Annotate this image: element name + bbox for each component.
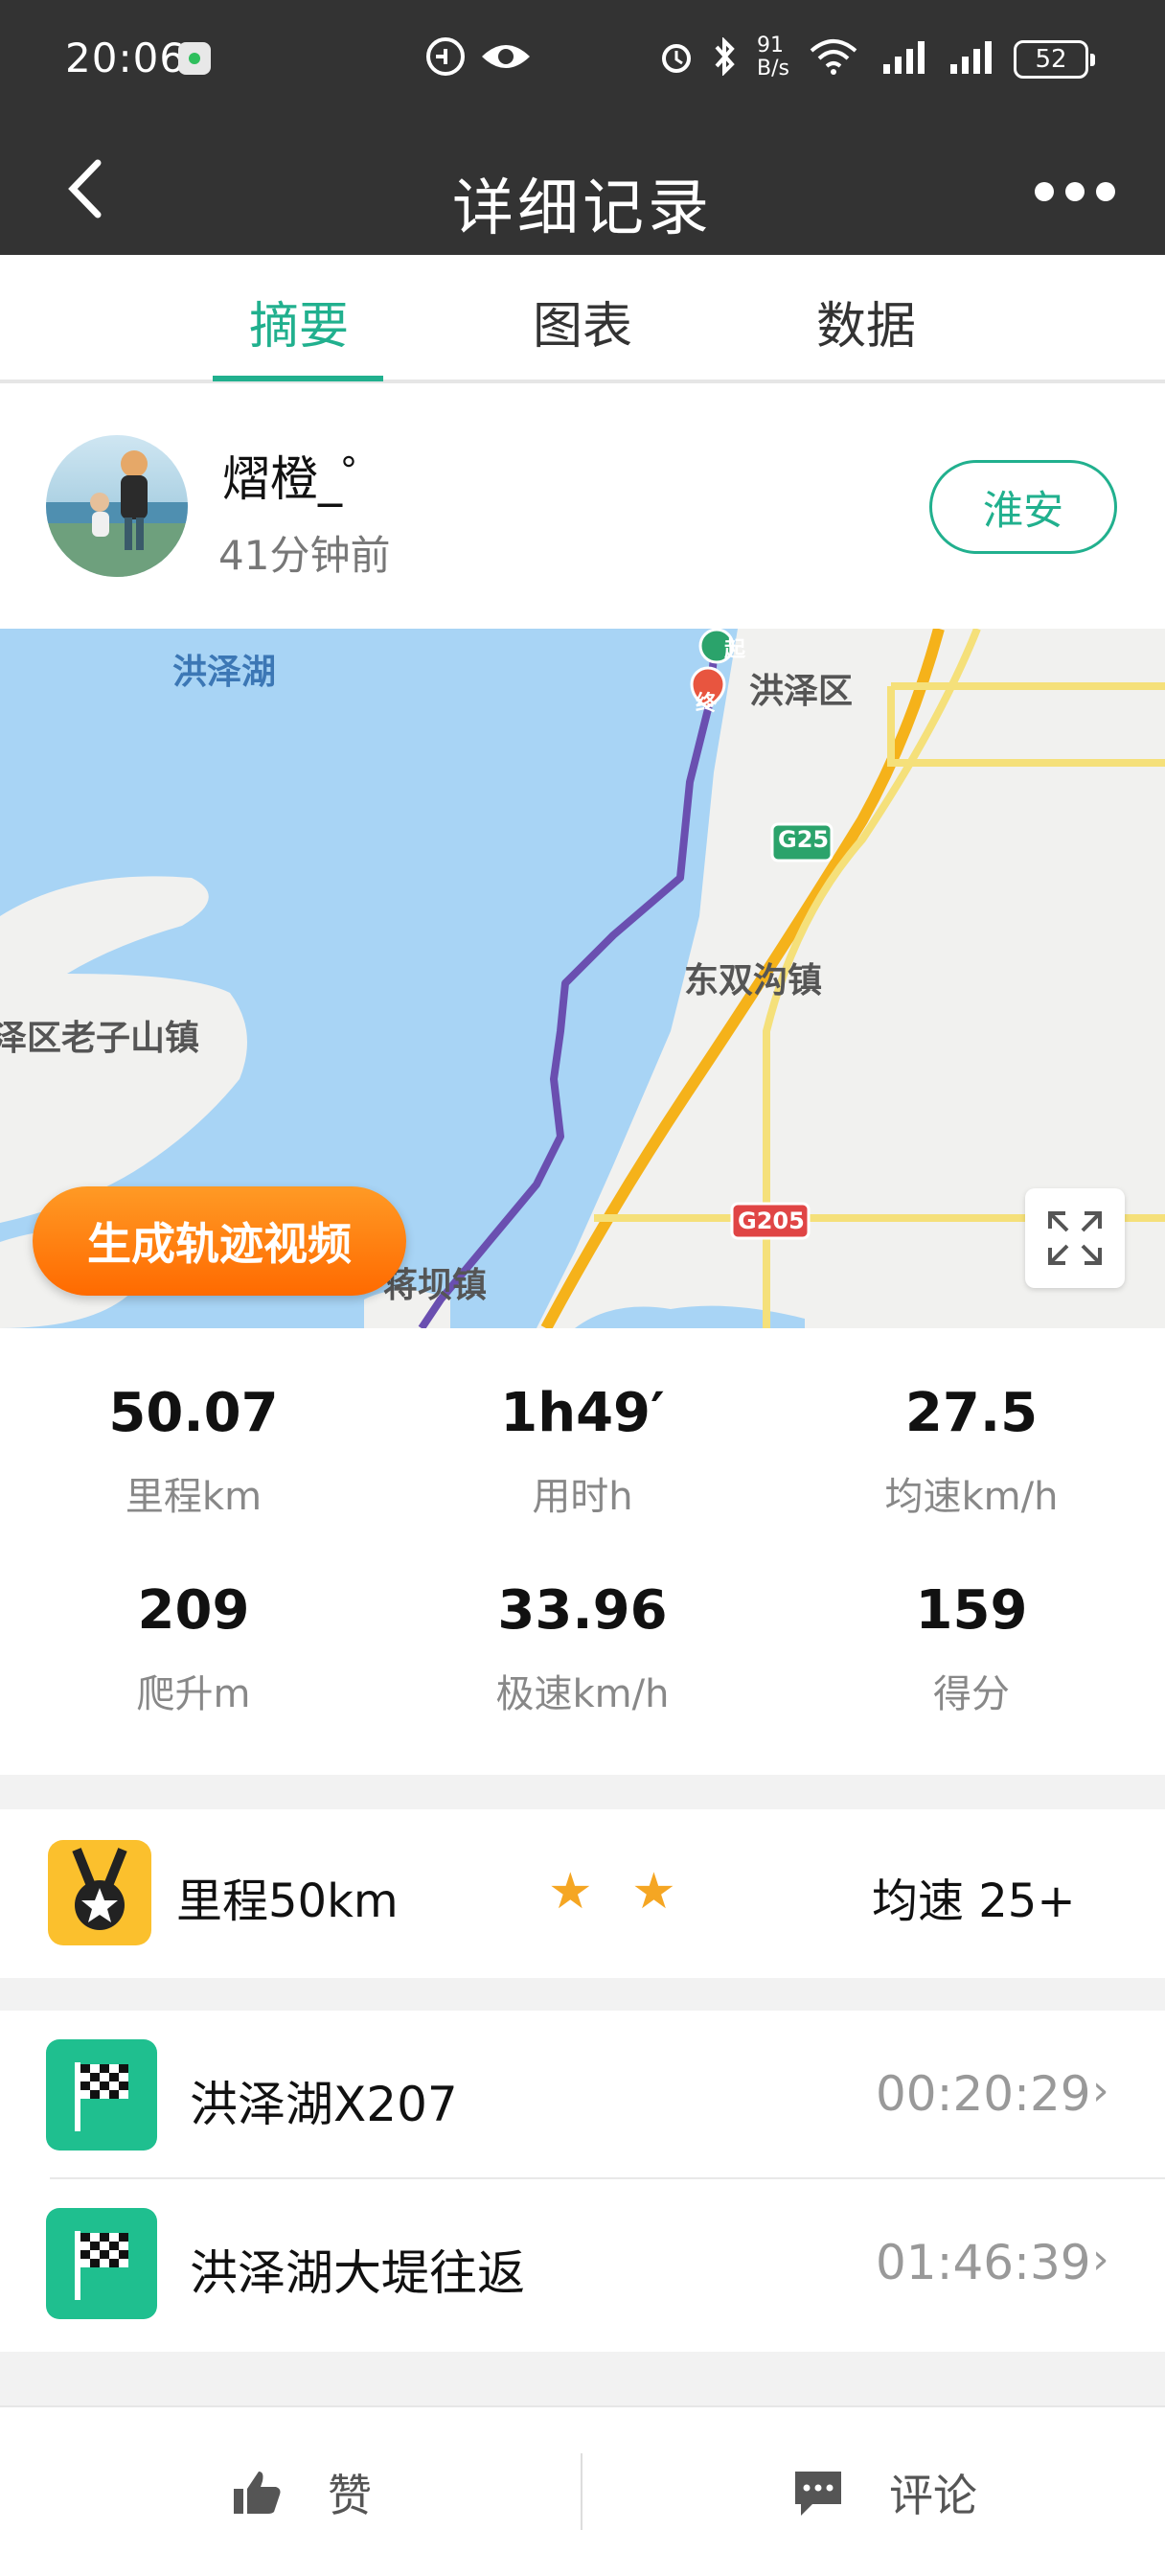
hd-call-icon xyxy=(422,34,469,79)
segment-name: 洪泽湖大堤往返 xyxy=(190,2245,525,2301)
map-start-marker-label: 起 xyxy=(724,638,746,662)
expand-map-icon[interactable] xyxy=(1025,1188,1125,1288)
signal-icon-2 xyxy=(947,34,998,79)
tab-charts[interactable]: 图表 xyxy=(487,286,678,357)
segment-time: 01:46:39 xyxy=(876,2235,1091,2290)
divider xyxy=(581,2453,582,2530)
alarm-icon xyxy=(655,34,697,79)
avatar[interactable] xyxy=(46,435,188,577)
map-label-town: 东双沟镇 xyxy=(684,961,823,1000)
network-speed: 91 B/s xyxy=(757,34,789,80)
comment-icon xyxy=(791,2466,845,2519)
route-map[interactable]: 起 终 洪泽湖 洪泽区 东双沟镇 泽区老子山镇 蒋坝镇 G25 G205 生成轨… xyxy=(0,629,1165,1328)
bottom-action-bar: 赞 评论 xyxy=(0,2405,1165,2576)
nav-bar: 详细记录 xyxy=(0,125,1165,255)
status-bar: 20:06 91 B/s 52 xyxy=(0,0,1165,125)
page-title: 详细记录 xyxy=(452,173,713,244)
post-time: 41分钟前 xyxy=(218,532,391,579)
segments-list: 洪泽湖X207 00:20:29 › 洪泽湖大堤往返 01:46:39 › xyxy=(0,2011,1165,2352)
more-options-icon[interactable] xyxy=(1035,172,1131,211)
like-label: 赞 xyxy=(328,2470,372,2521)
comment-label: 评论 xyxy=(889,2470,977,2521)
generate-track-video-button[interactable]: 生成轨迹视频 xyxy=(33,1186,406,1296)
checkered-flag-icon xyxy=(46,2208,157,2319)
chevron-right-icon: › xyxy=(1092,2066,1109,2115)
stats-panel: 50.07 里程km 1h49′ 用时h 27.5 均速km/h 209 爬升m 33.… xyxy=(0,1328,1165,1775)
status-time: 20:06 xyxy=(65,34,187,81)
stat-distance: 50.07 里程km xyxy=(108,1382,279,1519)
map-end-marker-label: 终 xyxy=(696,692,718,716)
stat-avg-speed: 27.5 均速km/h xyxy=(884,1382,1059,1519)
stat-score: 159 得分 xyxy=(915,1579,1028,1716)
chevron-right-icon: › xyxy=(1092,2235,1109,2284)
achievement-title: 里程50km xyxy=(176,1874,399,1928)
achievement-row[interactable]: 里程50km ★ ★ 均速 25+ xyxy=(0,1809,1165,1978)
map-label-district: 洪泽区 xyxy=(749,672,854,711)
wifi-icon xyxy=(807,34,860,79)
battery-icon: 52 xyxy=(1014,40,1095,79)
segment-row[interactable]: 洪泽湖大堤往返 01:46:39 › xyxy=(0,2179,1165,2348)
stat-duration: 1h49′ 用时h xyxy=(500,1382,665,1519)
thumbs-up-icon xyxy=(230,2466,284,2519)
segment-name: 洪泽湖X207 xyxy=(190,2077,458,2132)
star-rating: ★ ★ xyxy=(548,1863,688,1920)
user-name[interactable]: 熠橙_゜ xyxy=(222,441,390,510)
map-road-g25: G25 xyxy=(778,826,830,853)
stat-climb: 209 爬升m xyxy=(136,1579,251,1716)
tab-summary[interactable]: 摘要 xyxy=(203,286,395,357)
tab-data[interactable]: 数据 xyxy=(770,286,962,357)
achievement-speed: 均速 25+ xyxy=(872,1874,1076,1928)
bluetooth-icon xyxy=(707,34,742,79)
medal-icon xyxy=(48,1840,151,1945)
signal-icon-1 xyxy=(879,34,931,79)
location-button[interactable]: 淮安 xyxy=(929,460,1117,554)
eye-icon xyxy=(477,34,535,79)
segment-row[interactable]: 洪泽湖X207 00:20:29 › xyxy=(0,2011,1165,2179)
map-label-town: 泽区老子山镇 xyxy=(0,1019,200,1058)
checkered-flag-icon xyxy=(46,2039,157,2150)
user-row: 熠橙_゜ 41分钟前 淮安 xyxy=(0,383,1165,629)
app-notification-icon xyxy=(178,42,211,75)
tab-bar: 摘要 图表 数据 xyxy=(0,255,1165,383)
active-tab-indicator xyxy=(213,376,383,381)
like-button[interactable]: 赞 xyxy=(230,2459,372,2526)
comment-button[interactable]: 评论 xyxy=(791,2459,977,2526)
map-label-lake: 洪泽湖 xyxy=(172,653,277,692)
segment-time: 00:20:29 xyxy=(876,2066,1091,2122)
stat-max-speed: 33.96 极速km/h xyxy=(495,1579,670,1716)
map-road-g205: G205 xyxy=(738,1208,805,1234)
